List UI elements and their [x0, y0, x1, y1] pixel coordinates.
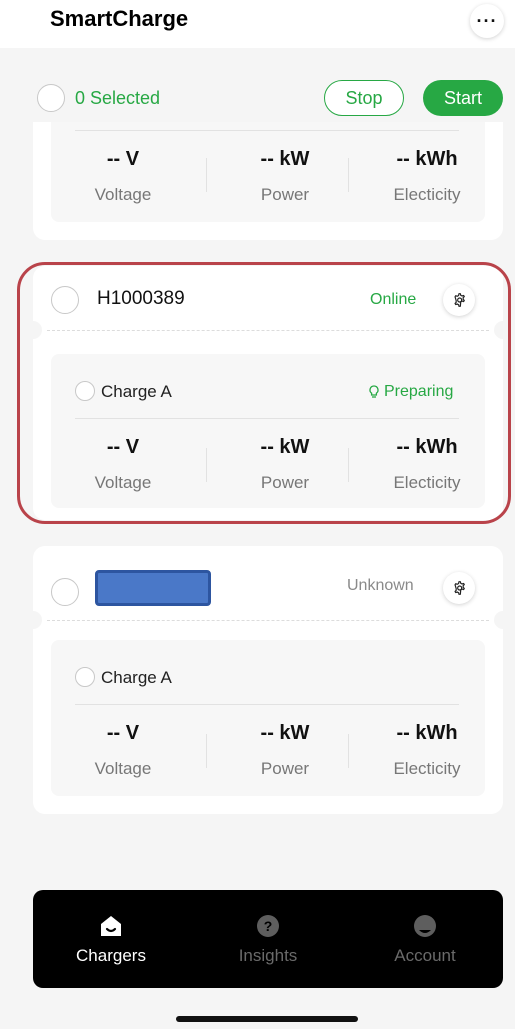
electricity-metric: -- kWh Electicity [362, 722, 492, 779]
power-value: -- kW [260, 436, 310, 458]
electricity-value: -- kWh [396, 436, 458, 458]
tab-label: Insights [238, 946, 298, 965]
question-icon: ? [257, 915, 279, 937]
charger-status: Online [370, 291, 417, 308]
charger-checkbox[interactable] [51, 578, 79, 606]
card-notch [24, 611, 42, 629]
redacted-charger-name [95, 570, 211, 606]
voltage-label: Voltage [94, 185, 152, 204]
charger-card: -- V Voltage -- kW Power -- kWh Electici… [33, 122, 503, 240]
electricity-label: Electicity [393, 759, 461, 778]
user-icon [414, 915, 436, 937]
card-notch [494, 321, 512, 339]
connector-name: Charge A [101, 382, 172, 401]
home-indicator [176, 1016, 358, 1022]
metric-divider [206, 734, 207, 768]
gear-icon [454, 293, 465, 307]
charger-checkbox[interactable] [51, 286, 79, 314]
card-notch [24, 321, 42, 339]
power-metric: -- kW Power [220, 722, 350, 779]
metric-divider [348, 448, 349, 482]
connector-divider [75, 704, 459, 705]
power-metric: -- kW Power [220, 436, 350, 493]
metric-divider [206, 448, 207, 482]
charger-header: Unknown [33, 554, 503, 618]
tab-label: Chargers [76, 946, 146, 965]
metric-divider [206, 158, 207, 192]
power-label: Power [260, 473, 310, 492]
voltage-value: -- V [106, 148, 140, 170]
connector-status: Preparing [368, 383, 453, 401]
select-all-checkbox[interactable] [37, 84, 65, 112]
voltage-label: Voltage [94, 473, 152, 492]
connector-checkbox[interactable] [75, 381, 95, 401]
connector-divider [75, 130, 459, 131]
card-divider [47, 330, 489, 331]
voltage-metric: -- V Voltage [58, 436, 188, 493]
power-metric: -- kW Power [220, 148, 350, 205]
card-notch [494, 611, 512, 629]
power-label: Power [260, 185, 310, 204]
tab-account[interactable]: Account [347, 890, 503, 988]
more-options-button[interactable]: ··· [470, 4, 504, 38]
power-value: -- kW [260, 148, 310, 170]
charger-status: Unknown [347, 577, 414, 594]
voltage-label: Voltage [94, 759, 152, 778]
connector-panel[interactable]: Charge A Preparing -- V Voltage -- kW Po… [51, 354, 485, 508]
stop-button[interactable]: Stop [324, 80, 404, 116]
svg-text:?: ? [264, 918, 273, 934]
connector-name: Charge A [101, 668, 172, 687]
charger-settings-button[interactable] [443, 284, 475, 316]
charger-card[interactable]: H1000389 Online Charge A Preparing -- V … [24, 266, 512, 520]
more-icon: ··· [476, 10, 498, 31]
charger-header: H1000389 Online [33, 266, 503, 330]
electricity-value: -- kWh [396, 148, 458, 170]
bulb-icon [369, 385, 379, 398]
electricity-label: Electicity [393, 473, 461, 492]
app-title: SmartCharge [50, 6, 189, 31]
home-icon [101, 916, 121, 936]
electricity-value: -- kWh [396, 722, 458, 744]
card-divider [47, 620, 489, 621]
connector-checkbox[interactable] [75, 667, 95, 687]
selection-bar: 0 Selected Stop Start [33, 78, 503, 120]
voltage-metric: -- V Voltage [58, 722, 188, 779]
tab-label: Account [394, 946, 456, 965]
top-bar: SmartCharge ··· [0, 0, 515, 48]
connector-divider [75, 418, 459, 419]
tab-insights[interactable]: ? Insights [190, 890, 346, 988]
start-button[interactable]: Start [423, 80, 503, 116]
power-value: -- kW [260, 722, 310, 744]
electricity-metric: -- kWh Electicity [362, 148, 492, 205]
voltage-value: -- V [106, 436, 140, 458]
connector-status-label: Preparing [384, 383, 454, 400]
power-label: Power [260, 759, 310, 778]
selected-count: 0 Selected [75, 88, 161, 108]
charger-name: H1000389 [97, 288, 185, 309]
voltage-metric: -- V Voltage [58, 148, 188, 205]
tab-chargers[interactable]: Chargers [33, 890, 189, 988]
metric-divider [348, 734, 349, 768]
metric-divider [348, 158, 349, 192]
gear-icon [454, 581, 465, 595]
voltage-value: -- V [106, 722, 140, 744]
connector-panel[interactable]: Charge A -- V Voltage -- kW Power -- kWh… [51, 640, 485, 796]
charger-settings-button[interactable] [443, 572, 475, 604]
electricity-label: Electicity [393, 185, 461, 204]
connector-panel: -- V Voltage -- kW Power -- kWh Electici… [51, 122, 485, 222]
electricity-metric: -- kWh Electicity [362, 436, 492, 493]
bottom-tab-bar: Chargers ? Insights Account [33, 890, 503, 988]
charger-card[interactable]: Unknown Charge A -- V Voltage -- kW Powe… [24, 546, 512, 814]
